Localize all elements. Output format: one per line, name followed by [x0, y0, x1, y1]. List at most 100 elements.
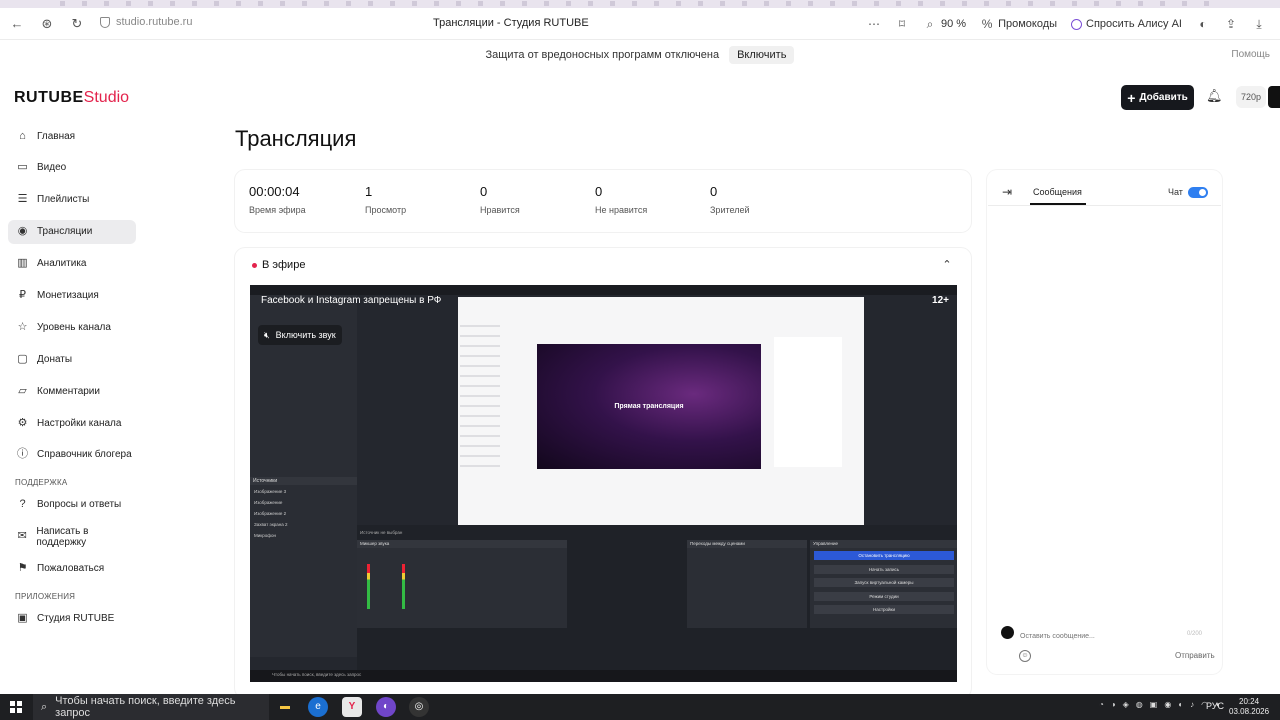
- stat-value: 0: [480, 184, 488, 199]
- taskbar-search[interactable]: ⌕ Чтобы начать поиск, введите здесь запро…: [33, 694, 269, 720]
- messenger-icon[interactable]: ◐: [376, 697, 396, 717]
- obs-meter-1: [367, 564, 370, 609]
- obs-icon[interactable]: ◎: [409, 697, 429, 717]
- url-field[interactable]: studio.rutube.ru: [100, 16, 192, 28]
- live-label: В эфире: [262, 259, 306, 271]
- obs-sources-header: Источники: [250, 477, 357, 485]
- char-counter: 0/200: [1187, 631, 1203, 637]
- windows-start-icon[interactable]: [10, 701, 22, 713]
- tray-icon[interactable]: ◉: [1164, 700, 1171, 709]
- faq-icon: ?: [19, 498, 26, 511]
- rutube-studio-logo[interactable]: RUTUBEStudio: [14, 89, 129, 107]
- zoom-button[interactable]: ⌕ 90 %: [923, 17, 966, 31]
- edge-browser-icon[interactable]: e: [308, 697, 328, 717]
- yandex-icon[interactable]: ⊛: [38, 16, 56, 32]
- emoji-icon[interactable]: ☺: [1019, 650, 1031, 662]
- obs-menubar: [250, 285, 957, 295]
- collapse-panel-icon[interactable]: ⇥: [1002, 185, 1012, 199]
- mini-chat: [774, 337, 842, 467]
- sidebar-item-label: Комментарии: [37, 385, 100, 397]
- add-button[interactable]: + Добавить: [1121, 85, 1194, 110]
- chat-toggle[interactable]: [1188, 187, 1208, 198]
- sidebar-item[interactable]: ⌂ Главная: [8, 124, 136, 148]
- obs-mixer-title: Микшер звука: [357, 540, 567, 548]
- clock[interactable]: 20:24 03.08.2026: [1229, 697, 1269, 717]
- stat-item: 0 Нравится: [480, 184, 520, 215]
- back-icon[interactable]: ←: [8, 16, 26, 32]
- file-explorer-icon[interactable]: ▬: [275, 697, 295, 717]
- stream-player[interactable]: Источники Изображение 3 Изображение Изобра…: [250, 285, 957, 682]
- alice-button[interactable]: Спросить Алису AI: [1071, 18, 1182, 30]
- chat-message-input[interactable]: [1020, 626, 1210, 646]
- sidebar-item[interactable]: ▣ Студия RUTUBE: [8, 607, 136, 631]
- promo-button[interactable]: % Промокоды: [980, 17, 1057, 31]
- obs-bottom-docks: Источник не выбран Микшер звука Переходы…: [357, 525, 957, 670]
- comments-icon: ▱: [18, 384, 27, 397]
- bell-icon[interactable]: 🔔︎: [1206, 88, 1223, 106]
- share-icon[interactable]: ⇪: [1224, 17, 1238, 31]
- stat-value: 00:00:04: [249, 184, 300, 199]
- enable-protection-button[interactable]: Включить: [729, 46, 795, 64]
- obs-source-item: Микрофон: [254, 533, 276, 538]
- money-icon: ₽: [19, 288, 26, 301]
- obs-left-panel: Источники Изображение 3 Изображение Изобра…: [250, 295, 357, 657]
- sidebar-item[interactable]: ▥ Аналитика: [8, 252, 136, 276]
- mail-icon: ✉: [17, 530, 27, 543]
- tray-icon[interactable]: ◍: [1136, 700, 1143, 709]
- sidebar-item[interactable]: ⚑ Пожаловаться: [8, 557, 136, 581]
- profile-edge[interactable]: [1268, 86, 1280, 108]
- tray-icon[interactable]: ◈: [1123, 700, 1129, 709]
- windows-taskbar: ⌕ Чтобы начать поиск, введите здесь запро…: [0, 694, 1280, 720]
- sidebar-item-label: Аналитика: [37, 258, 87, 270]
- sidebar-item[interactable]: ▭ Видео: [8, 156, 136, 180]
- obs-source-item: Изображение 2: [254, 511, 287, 516]
- tray-icon[interactable]: ▣: [1150, 700, 1158, 709]
- reload-icon[interactable]: ↻: [68, 16, 86, 32]
- sidebar-item[interactable]: ? Вопросы и ответы: [8, 493, 136, 517]
- sidebar: ⌂ Главная ▭ Видео ☰ Плейлисты ◉ Трансляции ▥ Анал…: [8, 124, 136, 639]
- sidebar-item[interactable]: ☆ Уровень канала: [8, 315, 136, 339]
- sidebar-item-label: Студия RUTUBE: [37, 613, 115, 625]
- clock-date: 03.08.2026: [1229, 707, 1270, 716]
- download-icon[interactable]: ⤓: [1252, 17, 1266, 31]
- quality-badge[interactable]: 720p: [1236, 86, 1266, 108]
- bookmark-icon[interactable]: ⌑: [895, 17, 909, 31]
- unmute-button[interactable]: 🔇︎ Включить звук: [258, 325, 342, 345]
- stat-item: 0 Зрителей: [710, 184, 749, 215]
- extension-icon[interactable]: ◐: [1196, 17, 1210, 31]
- sidebar-item-label: Настройки канала: [37, 417, 122, 429]
- obs-source-item: Захват экрана 2: [254, 522, 288, 527]
- stat-label: Просмотр: [365, 205, 407, 215]
- stat-value: 0: [595, 184, 603, 199]
- obs-mixer: Микшер звука: [357, 540, 567, 628]
- more-dots-icon[interactable]: ⋯: [867, 17, 881, 31]
- flag-icon: ⚑: [17, 562, 28, 575]
- sidebar-item[interactable]: ◉ Трансляции: [8, 219, 136, 244]
- sidebar-item[interactable]: ₽ Монетизация: [8, 283, 136, 307]
- stat-label: Не нравится: [595, 205, 648, 215]
- obs-taskbar: Чтобы начать поиск, введите здесь запрос: [250, 670, 957, 682]
- sidebar-item[interactable]: ▢ Донаты: [8, 347, 136, 371]
- obs-source-item: Изображение 3: [254, 489, 287, 494]
- chat-divider: [988, 205, 1221, 206]
- sidebar-item[interactable]: ✉ Написать в поддержку: [8, 525, 136, 549]
- tray-icon[interactable]: ◐: [1178, 700, 1183, 709]
- tray-icon[interactable]: ♪: [1190, 700, 1194, 709]
- sidebar-item[interactable]: ☰ Плейлисты: [8, 188, 136, 212]
- chat-panel: [987, 170, 1222, 674]
- tab-messages[interactable]: Сообщения: [1033, 187, 1082, 197]
- chevron-up-icon[interactable]: ⌃: [940, 258, 954, 272]
- sidebar-item-label: Пожаловаться: [37, 563, 105, 575]
- sidebar-item[interactable]: ⓘ Справочник блогера: [8, 443, 136, 467]
- sidebar-item[interactable]: ▱ Комментарии: [8, 379, 136, 403]
- stat-value: 1: [365, 184, 373, 199]
- sidebar-item[interactable]: ⚙ Настройки канала: [8, 411, 136, 435]
- yandex-browser-icon[interactable]: Y: [342, 697, 362, 717]
- help-link[interactable]: Помощь: [1231, 49, 1270, 60]
- tray-icon[interactable]: ◑: [1111, 700, 1116, 709]
- send-button[interactable]: Отправить: [1175, 651, 1215, 660]
- browser-tabstrip[interactable]: [0, 0, 1280, 8]
- tray-icon[interactable]: ◔: [1099, 700, 1104, 709]
- sidebar-item-label: Вопросы и ответы: [37, 499, 122, 511]
- language-indicator[interactable]: РУС: [1206, 701, 1224, 711]
